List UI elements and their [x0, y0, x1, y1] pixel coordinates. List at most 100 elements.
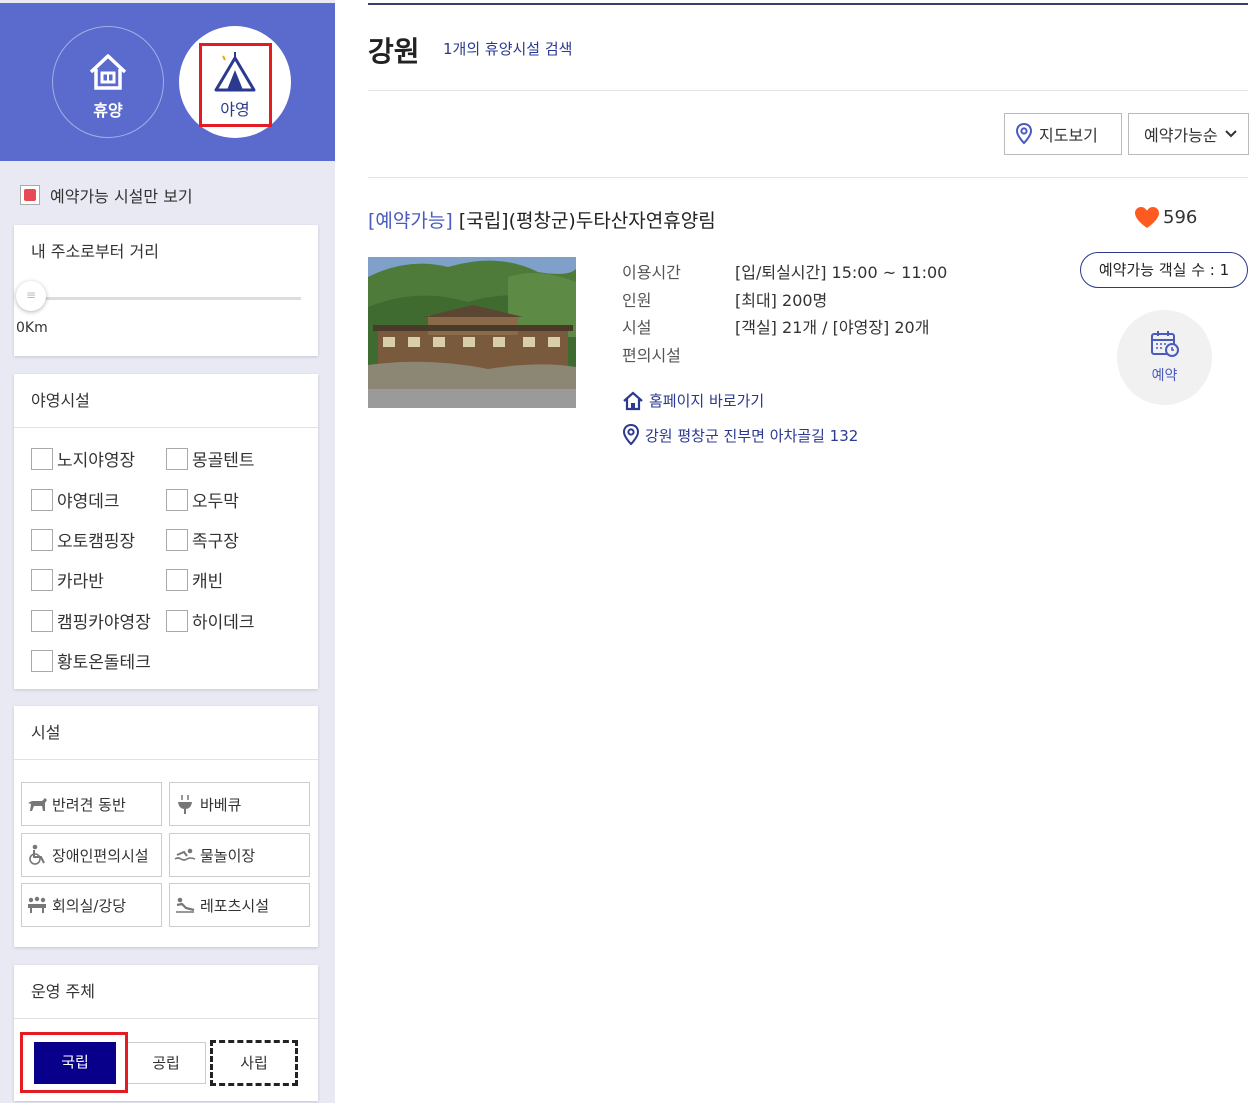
camp-option-0[interactable]: 노지야영장 — [31, 446, 135, 471]
result-count: 1개의 휴양시설 검색 — [443, 40, 573, 58]
camp-type-button[interactable]: 야영 — [179, 26, 291, 138]
leisure-sports-icon — [174, 894, 196, 916]
facility-pet-button[interactable]: 반려견 동반 — [21, 782, 162, 826]
checkbox[interactable] — [166, 568, 188, 591]
camp-option-label: 족구장 — [192, 532, 239, 552]
address-text: 강원 평창군 진부면 아차골길 132 — [645, 426, 859, 445]
camp-option-label: 캐빈 — [192, 572, 224, 592]
camp-option-label: 노지야영장 — [57, 451, 136, 471]
distance-value: 0Km — [16, 320, 48, 336]
info-value-capacity: [최대] 200명 — [735, 291, 828, 310]
distance-panel: 내 주소로부터 거리 ≡ 0Km — [14, 225, 318, 356]
facility-water-play-button[interactable]: 물놀이장 — [169, 833, 310, 877]
reserve-button[interactable]: 예약 — [1117, 310, 1212, 405]
location-pin-icon — [622, 424, 640, 446]
camp-option-label: 오토캠핑장 — [57, 532, 136, 552]
camp-option-10[interactable]: 황토온돌테크 — [31, 648, 151, 673]
info-label-amenities: 편의시설 — [622, 346, 681, 365]
dog-icon — [26, 793, 48, 815]
location-pin-icon — [1015, 123, 1033, 145]
reserve-label: 예약 — [1151, 368, 1178, 384]
camp-option-8[interactable]: 캠핑카야영장 — [31, 608, 151, 633]
facility-meeting-button[interactable]: 회의실/강당 — [21, 883, 162, 927]
available-rooms-badge: 예약가능 객실 수 : 1 — [1080, 252, 1248, 288]
operator-title: 운영 주체 — [14, 965, 318, 1019]
only-available-toggle[interactable]: 예약가능 시설만 보기 — [20, 183, 193, 207]
camp-option-label: 몽골텐트 — [192, 451, 255, 471]
only-available-label: 예약가능 시설만 보기 — [50, 187, 193, 206]
facility-accessible-button[interactable]: 장애인편의시설 — [21, 833, 162, 877]
distance-slider-track[interactable] — [31, 297, 301, 300]
map-view-label: 지도보기 — [1039, 126, 1098, 145]
facility-label: 반려견 동반 — [52, 795, 126, 814]
checkbox[interactable] — [166, 609, 188, 632]
camp-option-9[interactable]: 하이데크 — [166, 608, 255, 633]
camping-title: 야영시설 — [14, 374, 318, 428]
info-label-facility: 시설 — [622, 318, 652, 337]
region-title: 강원 — [368, 35, 420, 68]
camp-option-3[interactable]: 오두막 — [166, 487, 239, 512]
facility-label: 회의실/강당 — [52, 896, 127, 915]
camp-option-6[interactable]: 카라반 — [31, 567, 104, 592]
checkbox[interactable] — [166, 528, 188, 551]
chevron-down-icon — [1224, 130, 1237, 138]
camp-option-4[interactable]: 오토캠핑장 — [31, 527, 135, 552]
facility-label: 레포츠시설 — [200, 896, 270, 915]
facility-bbq-button[interactable]: 바베큐 — [169, 782, 310, 826]
operator-national-button[interactable]: 국립 — [34, 1042, 116, 1084]
sort-select[interactable]: 예약가능순 — [1128, 113, 1249, 155]
facility-label: 바베큐 — [200, 795, 242, 814]
sort-label: 예약가능순 — [1144, 126, 1218, 145]
camping-panel: 야영시설 노지야영장 몽골텐트 야영데크 오두막 오토캠핑장 족구장 카라반 캐… — [14, 374, 318, 689]
map-view-button[interactable]: 지도보기 — [1004, 113, 1122, 155]
checkbox[interactable] — [31, 447, 53, 470]
info-value-facility: [객실] 21개 / [야영장] 20개 — [735, 318, 930, 337]
tent-icon — [214, 52, 256, 92]
facility-name: [국립](평창군)두타산자연휴양림 — [458, 210, 716, 232]
camp-option-label: 야영데크 — [57, 492, 120, 512]
facility-leisure-button[interactable]: 레포츠시설 — [169, 883, 310, 927]
camp-option-label: 카라반 — [57, 572, 104, 592]
facilities-panel: 시설 반려견 동반 바베큐 장애인편의시설 물놀이장 회의실/강당 레포츠시설 — [14, 706, 318, 947]
grill-icon — [174, 793, 196, 815]
facility-photo[interactable] — [368, 257, 576, 408]
camp-option-5[interactable]: 족구장 — [166, 527, 239, 552]
address-link[interactable]: 강원 평창군 진부면 아차골길 132 — [622, 424, 858, 446]
swimming-icon — [174, 844, 196, 866]
camp-option-1[interactable]: 몽골텐트 — [166, 446, 255, 471]
like-count: 596 — [1163, 207, 1198, 228]
checkbox[interactable] — [166, 488, 188, 511]
heart-icon — [1135, 207, 1159, 228]
operator-panel: 운영 주체 국립 공립 사립 — [14, 965, 318, 1101]
checkbox[interactable] — [31, 528, 53, 551]
checkbox[interactable] — [31, 649, 53, 672]
checkbox[interactable] — [166, 447, 188, 470]
facility-label: 장애인편의시설 — [52, 846, 149, 865]
info-value-time: [입/퇴실시간] 15:00 ~ 11:00 — [735, 263, 948, 282]
camp-option-7[interactable]: 캐빈 — [166, 567, 223, 592]
meeting-icon — [26, 894, 48, 916]
homepage-link[interactable]: 홈페이지 바로가기 — [622, 390, 764, 411]
camp-option-2[interactable]: 야영데크 — [31, 487, 120, 512]
distance-title: 내 주소로부터 거리 — [31, 242, 159, 261]
like-button[interactable]: 596 — [1134, 206, 1197, 229]
checkbox[interactable] — [31, 609, 53, 632]
info-label-time: 이용시간 — [622, 263, 681, 282]
info-label-capacity: 인원 — [622, 291, 652, 310]
divider — [368, 90, 1248, 91]
camp-option-label: 오두막 — [192, 492, 239, 512]
distance-slider-handle[interactable]: ≡ — [16, 281, 46, 311]
operator-public-button[interactable]: 공립 — [126, 1042, 206, 1084]
operator-private-button[interactable]: 사립 — [210, 1040, 298, 1086]
only-available-checkbox[interactable] — [20, 185, 40, 205]
camp-option-label: 황토온돌테크 — [57, 653, 151, 673]
camp-option-label: 하이데크 — [192, 613, 255, 633]
home-icon — [623, 391, 643, 410]
facility-title-link[interactable]: [예약가능] [국립](평창군)두타산자연휴양림 — [368, 206, 716, 233]
checkbox[interactable] — [31, 568, 53, 591]
stay-type-button[interactable]: 휴양 — [52, 26, 164, 138]
stay-type-label: 휴양 — [93, 101, 123, 120]
facility-label: 물놀이장 — [200, 846, 256, 865]
checkbox[interactable] — [31, 488, 53, 511]
camp-type-label: 야영 — [220, 100, 250, 119]
